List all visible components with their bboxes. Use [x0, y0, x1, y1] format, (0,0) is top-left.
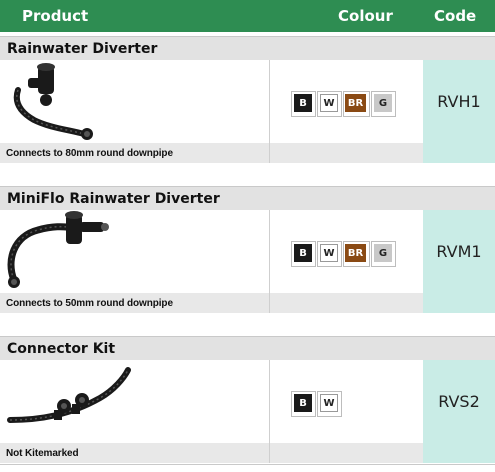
- swatch-brown: BR: [345, 94, 366, 112]
- header-code: Code: [434, 7, 477, 25]
- header-product: Product: [22, 7, 89, 25]
- swatch-black: B: [294, 394, 312, 412]
- swatch-grey: G: [374, 244, 392, 262]
- product-note: Connects to 80mm round downpipe: [6, 148, 173, 159]
- table-bottom-border: [0, 464, 495, 465]
- product-name: Rainwater Diverter: [7, 41, 158, 57]
- column-divider: [269, 443, 270, 463]
- product-code: RVH1: [423, 60, 495, 143]
- product-code: RVS2: [423, 360, 495, 443]
- product-name: Connector Kit: [7, 341, 116, 357]
- column-divider: [269, 293, 270, 313]
- header-colour: Colour: [338, 7, 393, 25]
- colour-options: B W BR G: [270, 60, 423, 143]
- product-note-row: Not Kitemarked: [0, 443, 495, 463]
- product-row: B W BR G RVH1: [0, 60, 495, 143]
- table-header: Product Colour Code: [0, 0, 495, 32]
- colour-options: B W BR G: [270, 210, 423, 293]
- product-title-row: Connector Kit: [0, 336, 495, 360]
- product-row: B W RVS2: [0, 360, 495, 443]
- swatch-white: W: [320, 94, 338, 112]
- product-code: RVM1: [423, 210, 495, 293]
- column-divider: [269, 143, 270, 163]
- product-note-row: Connects to 80mm round downpipe: [0, 143, 495, 163]
- product-name: MiniFlo Rainwater Diverter: [7, 191, 220, 207]
- miniflo-diverter-image: [7, 211, 109, 288]
- swatch-white: W: [320, 394, 338, 412]
- product-note: Not Kitemarked: [6, 448, 79, 459]
- rainwater-diverter-image: [13, 63, 93, 140]
- swatch-black: B: [294, 94, 312, 112]
- code-fill: [423, 443, 495, 463]
- swatch-brown: BR: [345, 244, 366, 262]
- product-row: B W BR G RVM1: [0, 210, 495, 293]
- code-fill: [423, 293, 495, 313]
- product-note: Connects to 50mm round downpipe: [6, 298, 173, 309]
- swatch-black: B: [294, 244, 312, 262]
- swatch-grey: G: [374, 94, 392, 112]
- code-fill: [423, 143, 495, 163]
- product-title-row: Rainwater Diverter: [0, 36, 495, 60]
- product-note-row: Connects to 50mm round downpipe: [0, 293, 495, 313]
- product-title-row: MiniFlo Rainwater Diverter: [0, 186, 495, 210]
- swatch-white: W: [320, 244, 338, 262]
- colour-options: B W: [270, 360, 423, 443]
- connector-kit-image: [7, 367, 131, 423]
